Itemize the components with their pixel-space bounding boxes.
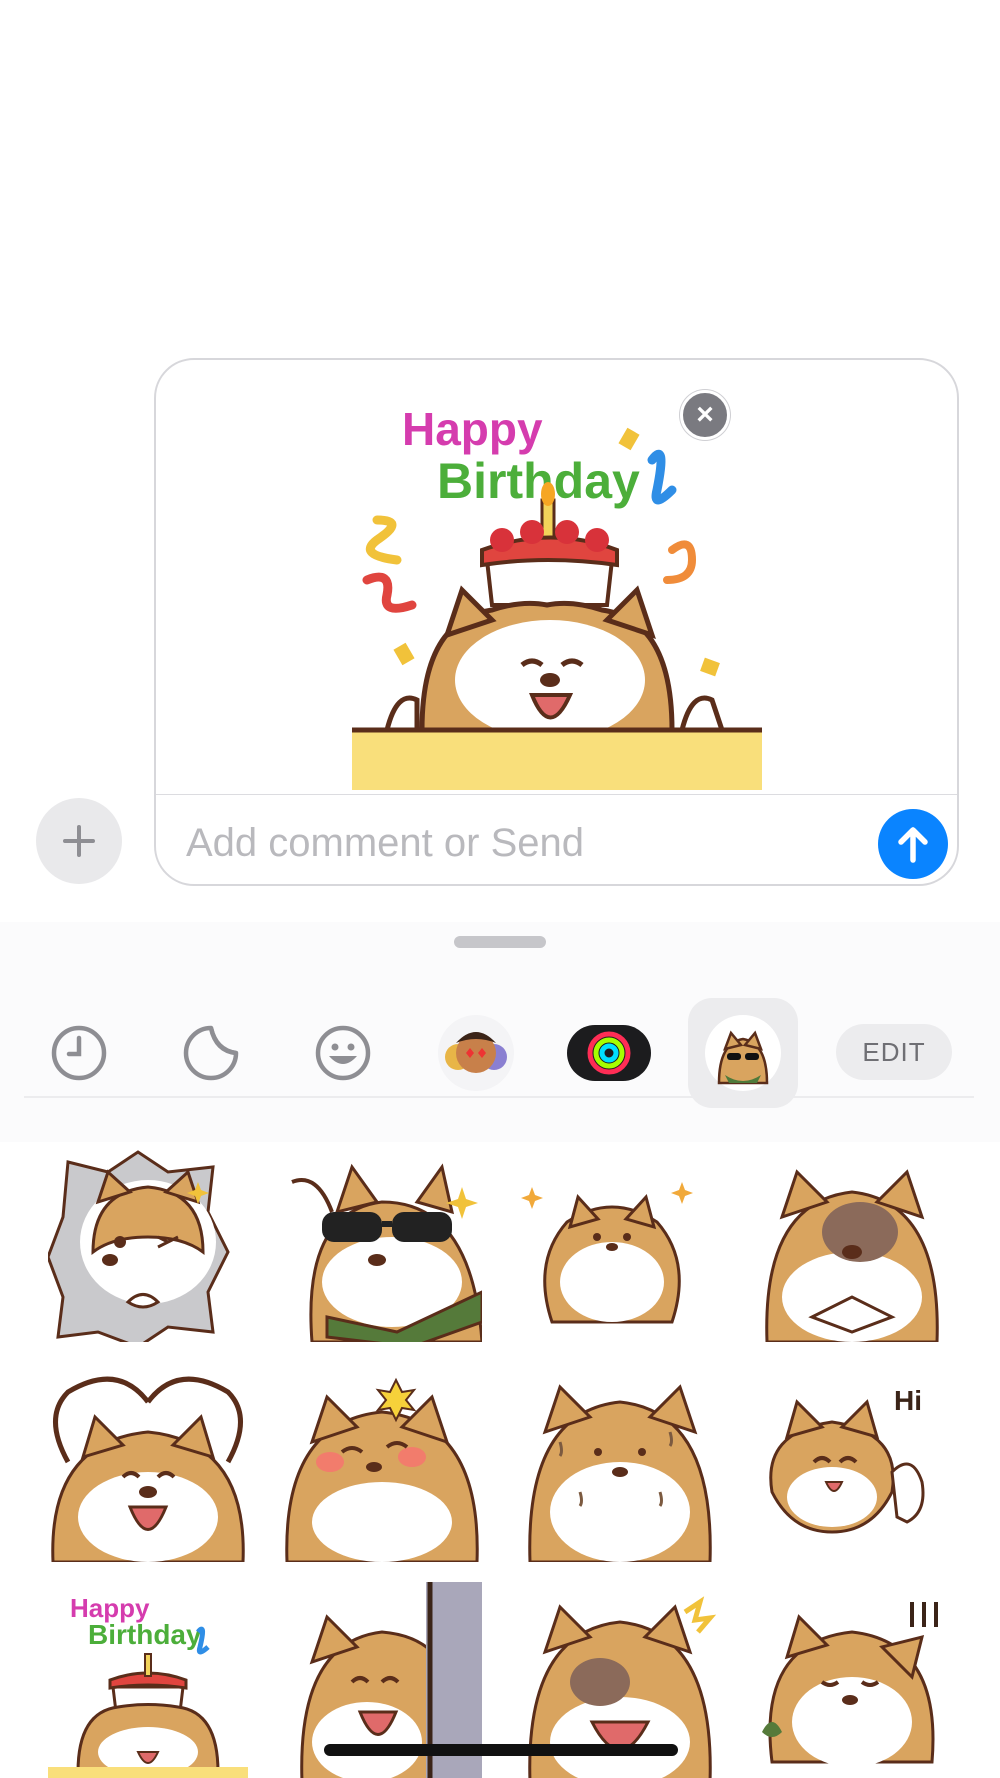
plus-icon [63, 825, 95, 857]
sticker-shiba-burst-through[interactable] [48, 1142, 248, 1342]
close-icon: × [696, 398, 714, 431]
app-stickers[interactable] [156, 998, 266, 1108]
message-compose-box: Happy Birthday × [154, 358, 959, 886]
sticker-shiba-happy-birthday[interactable]: Happy Birthday [48, 1582, 248, 1778]
drawer-grabber[interactable] [454, 936, 546, 948]
comment-input[interactable] [186, 820, 806, 866]
sticker-shiba-sweating[interactable] [520, 1362, 720, 1562]
app-emoji[interactable] [288, 998, 398, 1108]
sticker-text-birthday: Birthday [88, 1619, 202, 1650]
memoji-icon [438, 1015, 514, 1091]
shiba-app-icon [705, 1015, 781, 1091]
app-activity[interactable] [554, 998, 664, 1108]
sticker-text-birthday: Birthday [437, 453, 640, 509]
remove-sticker-button[interactable]: × [680, 390, 730, 440]
sticker-shiba-bruised[interactable] [752, 1142, 952, 1342]
sticker-shiba-blush-flower[interactable] [282, 1362, 482, 1562]
edit-button[interactable]: EDIT [836, 1024, 952, 1080]
app-strip: EDIT [24, 958, 974, 1108]
app-memoji[interactable] [421, 998, 531, 1108]
attached-birthday-sticker[interactable]: Happy Birthday [352, 390, 762, 790]
sticker-shiba-crying[interactable] [752, 1582, 952, 1778]
activity-rings-icon [567, 1025, 651, 1081]
app-shiba-stickers[interactable] [688, 998, 798, 1108]
sticker-text-happy: Happy [402, 403, 543, 455]
app-recents[interactable] [24, 998, 134, 1108]
sticker-peel-icon [183, 1025, 239, 1081]
add-attachment-button[interactable] [36, 798, 122, 884]
send-button[interactable] [878, 809, 948, 879]
imessage-app-drawer: EDIT Hi Happy Birthday [0, 922, 1000, 1778]
sticker-text-hi: Hi [894, 1385, 922, 1416]
sticker-shiba-sunglasses[interactable] [282, 1142, 482, 1342]
sticker-shiba-chubby-sitting[interactable] [512, 1142, 712, 1342]
home-indicator[interactable] [324, 1744, 678, 1756]
arrow-up-icon [898, 827, 928, 863]
smiley-icon [315, 1025, 371, 1081]
sticker-shiba-heart-arms[interactable] [48, 1362, 248, 1562]
sticker-grid: Hi Happy Birthday [0, 1142, 1000, 1778]
sticker-shiba-hi-wave[interactable]: Hi [752, 1362, 952, 1562]
clock-icon [51, 1025, 107, 1081]
compose-divider [156, 794, 957, 795]
